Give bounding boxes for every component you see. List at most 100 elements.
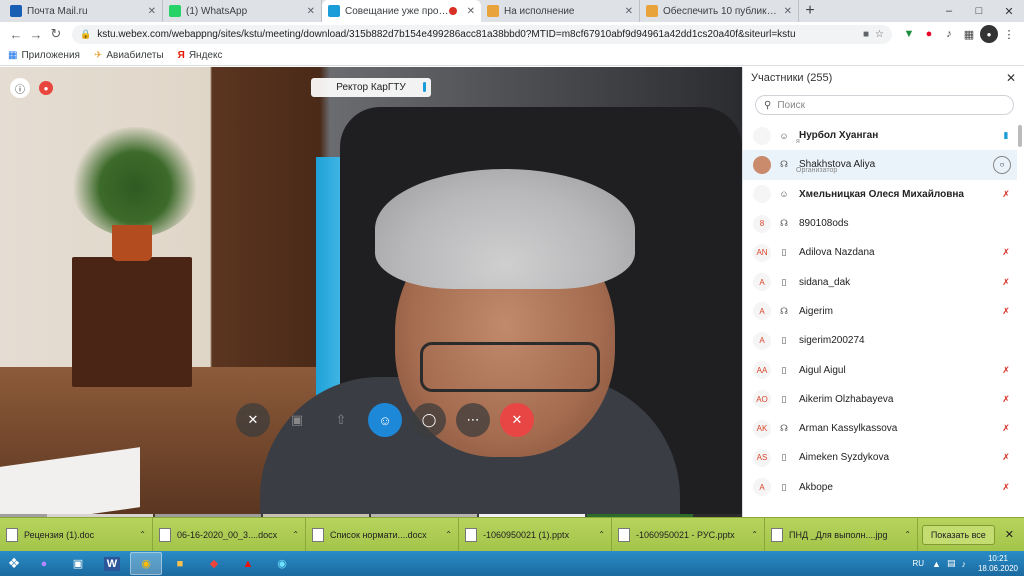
profile-avatar[interactable]: ● bbox=[980, 25, 998, 43]
chevron-up-icon[interactable]: ⌃ bbox=[139, 530, 146, 539]
document-icon bbox=[487, 5, 499, 17]
reload-icon[interactable]: ↻ bbox=[46, 26, 66, 42]
more-options-button[interactable]: ⋯ bbox=[456, 403, 490, 437]
network-icon[interactable]: ▤ bbox=[947, 558, 956, 569]
participant-row[interactable]: AK ☊ Arman Kassylkassova ✗ bbox=[743, 414, 1017, 443]
chat-bubble-icon[interactable]: ○ bbox=[993, 155, 1011, 174]
close-panel-icon[interactable]: ✕ bbox=[1006, 71, 1016, 85]
volume-icon[interactable]: ♪ bbox=[961, 559, 966, 569]
video-plant bbox=[70, 127, 200, 237]
participants-button[interactable]: ☺ bbox=[368, 403, 402, 437]
chevron-up-icon[interactable]: ⌃ bbox=[292, 530, 299, 539]
participant-row[interactable]: AS ▯ Aimeken Syzdykova ✗ bbox=[743, 443, 1017, 472]
participant-row[interactable]: ☺ Нурбол Хуанган я ▮ bbox=[743, 121, 1017, 150]
chevron-up-icon[interactable]: ⌃ bbox=[445, 530, 452, 539]
tab-close-icon[interactable]: ✕ bbox=[148, 6, 156, 17]
participant-row[interactable]: AA ▯ Aigul Aigul ✗ bbox=[743, 355, 1017, 384]
tab-close-icon[interactable]: ✕ bbox=[467, 6, 475, 17]
active-speaker-label: Ректор КарГТУ bbox=[311, 78, 431, 97]
new-tab-button[interactable]: + bbox=[799, 0, 821, 22]
speaker-icon[interactable]: ♪ bbox=[940, 25, 958, 43]
recording-dot-icon bbox=[448, 7, 457, 15]
browser-tab[interactable]: Почта Mail.ru ✕ bbox=[4, 0, 163, 22]
video-button[interactable]: ▣ bbox=[280, 403, 314, 437]
windows-logo-icon: ❖ bbox=[7, 555, 21, 571]
apps-grid-icon: ▦ bbox=[8, 50, 18, 61]
download-item[interactable]: 06-16-2020_00_3....docx ⌃ bbox=[153, 517, 306, 552]
chat-button[interactable]: ◯ bbox=[412, 403, 446, 437]
browser-tab[interactable]: Обеспечить 10 публикаций ППС ✕ bbox=[640, 0, 799, 22]
browser-tab[interactable]: (1) WhatsApp ✕ bbox=[163, 0, 322, 22]
chrome-icon: ◉ bbox=[141, 558, 151, 570]
participant-row[interactable]: ☊ Shakhstova Aliya Организатор ○ bbox=[743, 150, 1017, 180]
start-button[interactable]: ❖ bbox=[0, 551, 28, 576]
participant-row[interactable]: 8 ☊ 890108ods bbox=[743, 209, 1017, 238]
forward-icon[interactable]: → bbox=[26, 27, 46, 42]
taskbar-app[interactable]: ▲ bbox=[232, 552, 264, 575]
extension-icon[interactable]: ▼ bbox=[900, 25, 918, 43]
taskbar-app[interactable]: W bbox=[96, 552, 128, 575]
participant-row[interactable]: ☺ Хмельницкая Олеся Михайловна ✗ bbox=[743, 180, 1017, 209]
download-item[interactable]: -1060950021 (1).pptx ⌃ bbox=[459, 517, 612, 552]
participant-row[interactable]: A ▯ Akbope ✗ bbox=[743, 473, 1017, 502]
meeting-info-icon[interactable]: ⓘ bbox=[10, 78, 30, 98]
system-tray: RU ▲ ▤ ♪ 10:21 18.06.2020 bbox=[912, 554, 1024, 574]
participant-row[interactable]: A ▯ sidana_dak ✗ bbox=[743, 267, 1017, 296]
download-filename: Список нормати....docx bbox=[330, 529, 427, 540]
video-speaker-hair bbox=[375, 169, 635, 289]
maximize-icon[interactable]: □ bbox=[964, 0, 994, 22]
download-item[interactable]: Рецензия (1).doc ⌃ bbox=[0, 517, 153, 552]
participants-scrollbar[interactable] bbox=[1018, 125, 1022, 147]
participant-row[interactable]: A ▯ sigerim200274 bbox=[743, 326, 1017, 355]
taskbar-app[interactable]: ● bbox=[28, 552, 60, 575]
chevron-up-icon[interactable]: ⌃ bbox=[904, 530, 911, 539]
bookmark-apps[interactable]: ▦ Приложения bbox=[8, 50, 80, 61]
chevron-up-icon[interactable]: ⌃ bbox=[598, 530, 605, 539]
close-downloads-icon[interactable]: ✕ bbox=[1005, 528, 1014, 541]
webex-icon bbox=[328, 5, 340, 17]
tab-close-icon[interactable]: ✕ bbox=[784, 6, 792, 17]
mute-button[interactable]: ✕ bbox=[236, 403, 270, 437]
taskbar-app[interactable]: ◉ bbox=[266, 552, 298, 575]
taskbar-app[interactable]: ◉ bbox=[130, 552, 162, 575]
show-all-downloads-button[interactable]: Показать все bbox=[921, 524, 995, 545]
browser-tab[interactable]: На исполнение ✕ bbox=[481, 0, 640, 22]
back-icon[interactable]: ← bbox=[6, 27, 26, 42]
tab-close-icon[interactable]: ✕ bbox=[625, 6, 633, 17]
browser-tab[interactable]: Совещание уже проводится ✕ bbox=[322, 0, 481, 22]
taskbar-app[interactable]: ▣ bbox=[62, 552, 94, 575]
address-bar[interactable]: 🔒 kstu.webex.com/webappng/sites/kstu/mee… bbox=[72, 24, 892, 44]
menu-kebab-icon[interactable]: ⋮ bbox=[1000, 25, 1018, 43]
minimize-icon[interactable]: – bbox=[934, 0, 964, 22]
taskbar-app[interactable]: ◆ bbox=[198, 552, 230, 575]
extensions-puzzle-icon[interactable]: ▦ bbox=[960, 25, 978, 43]
video-cabinet bbox=[72, 257, 192, 387]
tab-close-icon[interactable]: ✕ bbox=[307, 6, 315, 17]
close-window-icon[interactable]: ✕ bbox=[994, 0, 1024, 22]
participant-row[interactable]: AO ▯ Aikerim Olzhabayeva ✗ bbox=[743, 385, 1017, 414]
participants-search[interactable]: ⚲ Поиск bbox=[755, 95, 1014, 115]
chevron-up-icon[interactable]: ⌃ bbox=[751, 530, 758, 539]
download-item[interactable]: Список нормати....docx ⌃ bbox=[306, 517, 459, 552]
bookmark-aviabilety[interactable]: ✈ Авиабилеты bbox=[94, 50, 164, 61]
downloads-bar: Рецензия (1).doc ⌃ 06-16-2020_00_3....docx… bbox=[0, 517, 1024, 552]
bookmark-label: Приложения bbox=[21, 50, 80, 61]
language-indicator[interactable]: RU bbox=[912, 559, 924, 568]
acrobat-icon: ▲ bbox=[242, 557, 254, 570]
leave-meeting-button[interactable]: ✕ bbox=[500, 403, 534, 437]
bookmark-yandex[interactable]: Я Яндекс bbox=[178, 50, 223, 61]
download-item[interactable]: ПНД _Для выполн....jpg ⌃ bbox=[765, 517, 918, 552]
download-item[interactable]: -1060950021 - РУС.pptx ⌃ bbox=[612, 517, 765, 552]
headset-device-icon: ☊ bbox=[780, 159, 788, 170]
meeting-video-stage[interactable]: ‹ S...(организатор)✗Alexey Kalinin✗Altyn… bbox=[0, 67, 742, 517]
participant-row[interactable]: AN ▯ Adilova Nazdana ✗ bbox=[743, 238, 1017, 267]
video-plant-pot bbox=[112, 225, 152, 261]
clock[interactable]: 10:21 18.06.2020 bbox=[978, 554, 1018, 574]
pinterest-icon[interactable]: ● bbox=[920, 25, 938, 43]
participant-row[interactable]: A ☊ Aigerim ✗ bbox=[743, 297, 1017, 326]
bookmark-star-icon[interactable]: ☆ bbox=[875, 29, 884, 40]
tray-up-icon[interactable]: ▲ bbox=[932, 559, 941, 569]
camera-icon[interactable]: ■ bbox=[863, 29, 869, 40]
taskbar-app[interactable]: ■ bbox=[164, 552, 196, 575]
share-button[interactable]: ⇧ bbox=[324, 403, 358, 437]
